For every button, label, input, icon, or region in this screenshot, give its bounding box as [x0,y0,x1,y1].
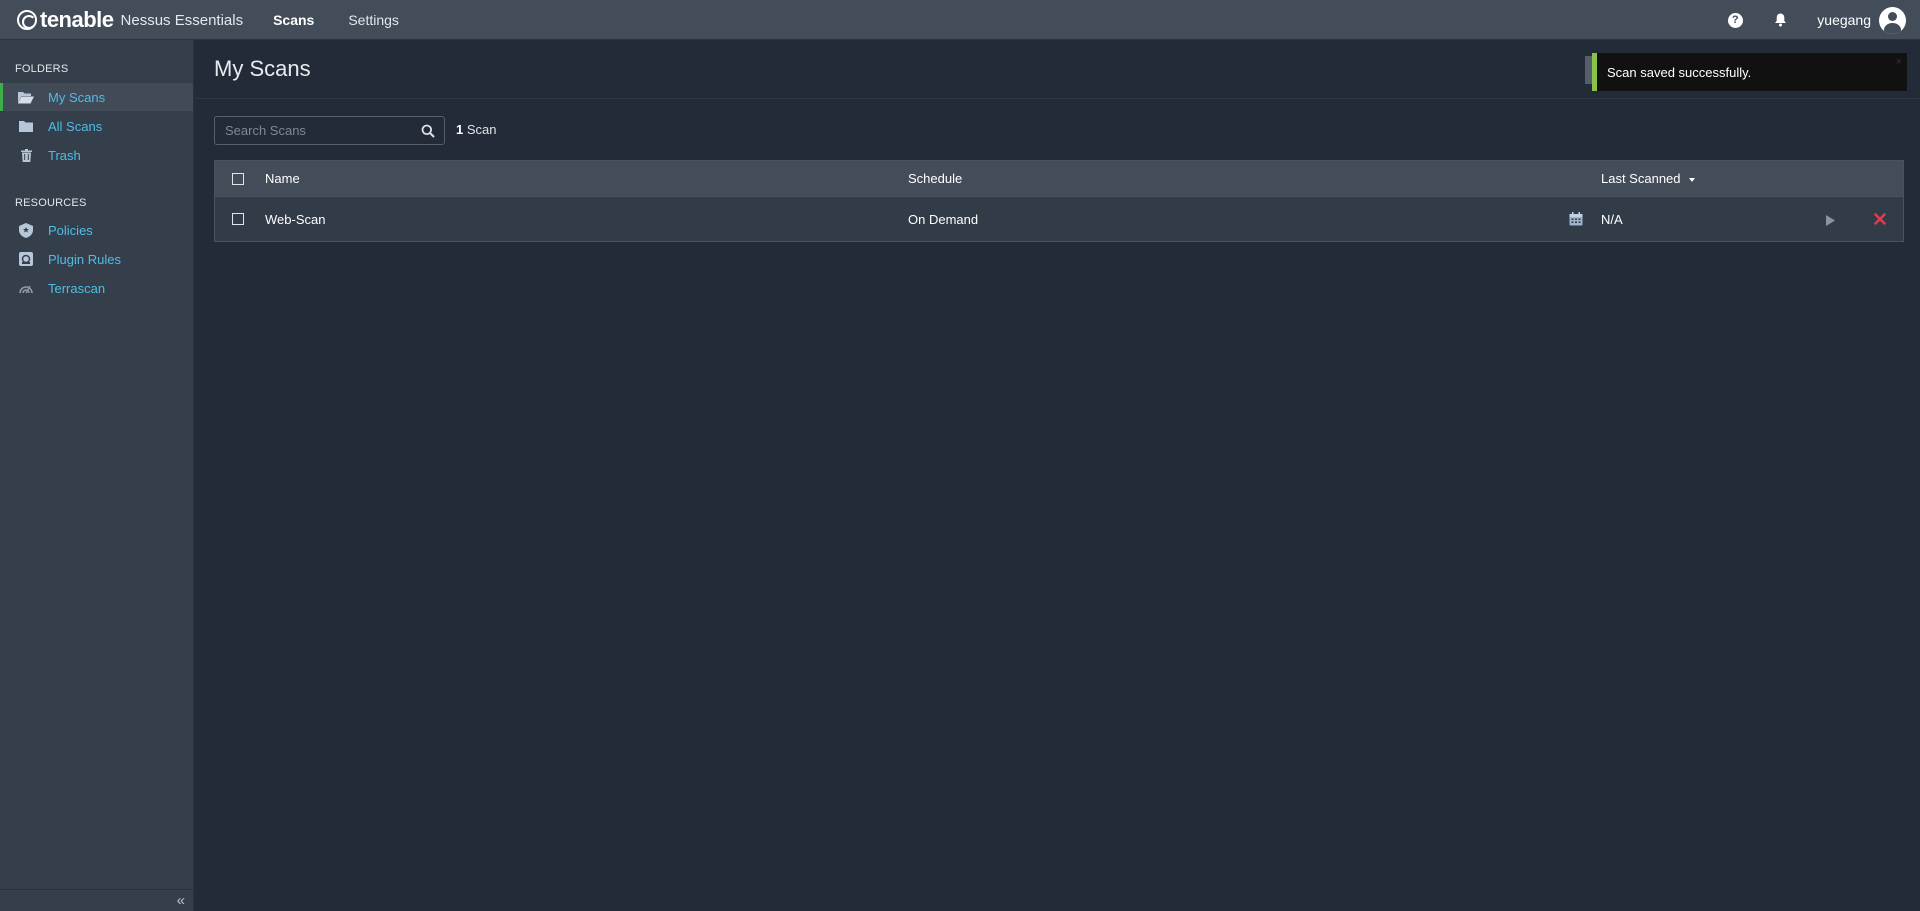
row-checkbox[interactable] [232,213,244,225]
policy-badge-icon [18,222,34,238]
folder-icon [18,119,34,133]
sidebar-footer: « [0,889,193,911]
launch-play-icon[interactable] [1826,213,1835,231]
scan-name[interactable]: Web-Scan [265,212,325,227]
sidebar-item-label: All Scans [48,118,103,134]
sidebar-item-plugin-rules[interactable]: Plugin Rules [0,245,193,273]
scan-last-scanned: N/A [1601,211,1623,227]
sidebar-item-all-scans[interactable]: All Scans [0,112,193,140]
terrascan-icon [18,281,34,295]
sidebar-item-label: Terrascan [48,280,106,296]
trash-icon [18,148,34,162]
sidebar-item-label: Policies [48,222,93,238]
search-box [214,116,445,145]
scan-count-label: Scan [466,122,497,137]
sidebar: FOLDERS My Scans All Scans Trash RESOURC… [0,40,194,911]
plugin-rules-icon [18,252,34,266]
calendar-icon[interactable] [1569,212,1583,226]
folders-section-title: FOLDERS [15,63,69,75]
sidebar-item-trash[interactable]: Trash [0,141,193,169]
toast-close-icon[interactable]: × [1896,56,1902,68]
sidebar-item-label: Plugin Rules [48,251,121,267]
help-glyph: ? [1727,12,1743,28]
folder-open-icon [18,90,34,104]
help-icon[interactable]: ? [1727,12,1743,28]
logo-brand-text: tenable [40,6,114,32]
sidebar-item-my-scans[interactable]: My Scans [0,83,193,111]
sort-descending-icon [1688,177,1695,182]
table-header: Name Schedule Last Scanned [215,161,1903,196]
top-right-controls: ? yuegang [1727,0,1920,40]
sidebar-item-label: My Scans [48,89,106,105]
tab-settings[interactable]: Settings [348,0,399,40]
table-row[interactable]: Web-Scan On Demand N/A [215,196,1903,241]
select-all-checkbox[interactable] [232,172,244,185]
sidebar-item-label: Trash [48,147,81,163]
column-header-name[interactable]: Name [265,171,300,186]
search-icon[interactable] [421,124,435,138]
scan-count: 1 Scan [456,122,497,137]
scan-count-number: 1 [456,122,464,137]
delete-x-icon[interactable] [1874,212,1886,230]
toast-notification: Scan saved successfully. × [1592,53,1907,91]
tenable-logo-mark-icon [17,9,37,30]
user-avatar-icon[interactable] [1879,6,1906,34]
scans-table: Name Schedule Last Scanned Web-Scan On D… [214,160,1904,242]
sidebar-item-terrascan[interactable]: Terrascan [0,274,193,302]
sidebar-item-policies[interactable]: Policies [0,216,193,244]
collapse-sidebar-icon[interactable]: « [177,892,185,909]
resources-section-title: RESOURCES [15,197,87,209]
search-input[interactable] [215,123,410,138]
notifications-bell-icon[interactable] [1772,12,1788,28]
tenable-logo[interactable]: tenable Nessus Essentials [17,0,243,40]
page-title: My Scans [214,56,311,81]
tab-scans[interactable]: Scans [273,0,314,40]
column-header-last-scanned-label: Last Scanned [1601,171,1681,186]
toast-message: Scan saved successfully. [1607,64,1752,80]
column-header-last-scanned[interactable]: Last Scanned [1601,171,1695,186]
scan-schedule: On Demand [908,211,979,227]
title-divider [195,98,1920,99]
username[interactable]: yuegang [1817,12,1871,28]
column-header-schedule[interactable]: Schedule [908,171,962,186]
top-navigation-bar: tenable Nessus Essentials Scans Settings… [0,0,1920,40]
logo-product-text: Nessus Essentials [120,12,244,29]
